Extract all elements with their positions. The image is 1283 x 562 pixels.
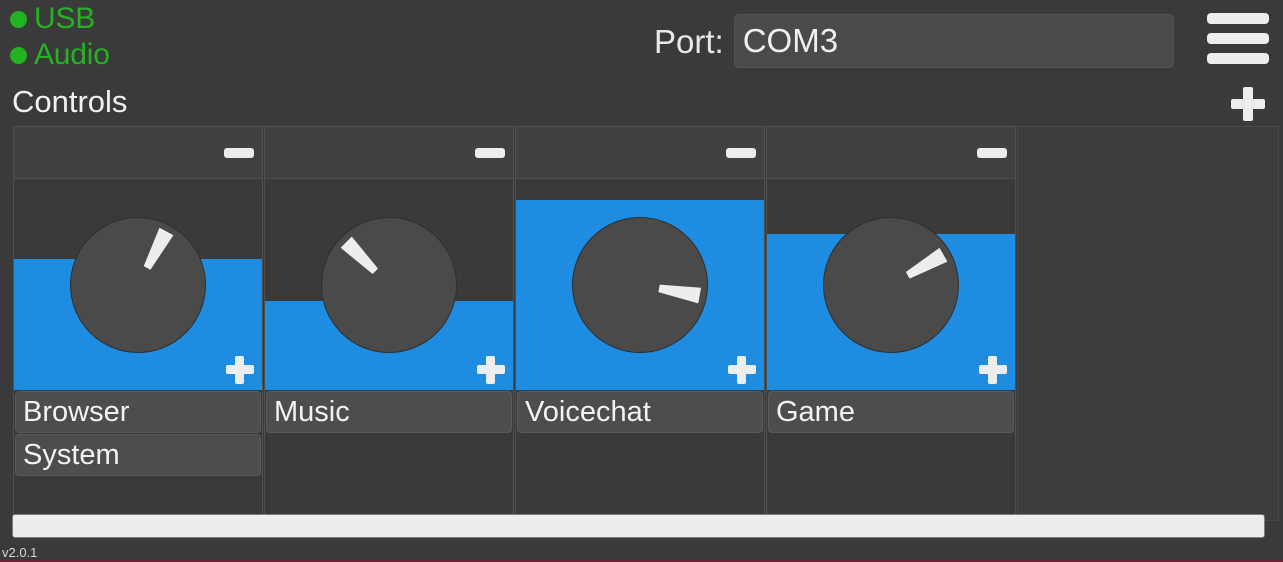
controls-section-title: Controls bbox=[12, 84, 128, 119]
control-column-header bbox=[767, 127, 1015, 179]
port-input[interactable] bbox=[733, 14, 1174, 68]
control-column: Game bbox=[766, 126, 1016, 521]
add-app-button[interactable] bbox=[226, 356, 254, 384]
app-tag-list: Voicechat bbox=[516, 390, 764, 520]
status-label-audio: Audio bbox=[34, 38, 110, 71]
control-column-header bbox=[14, 127, 262, 179]
horizontal-scrollbar[interactable] bbox=[12, 514, 1265, 538]
volume-knob[interactable] bbox=[572, 216, 708, 353]
volume-slider[interactable] bbox=[516, 179, 764, 390]
status-dot-icon bbox=[10, 10, 27, 28]
app-tag[interactable]: Voicechat bbox=[517, 391, 763, 433]
hamburger-bar bbox=[1207, 32, 1269, 44]
remove-control-button[interactable] bbox=[977, 147, 1007, 158]
connection-status-group: USB Audio bbox=[10, 2, 110, 72]
plus-icon bbox=[1243, 87, 1253, 121]
volume-knob[interactable] bbox=[70, 216, 206, 353]
status-label-usb: USB bbox=[34, 2, 96, 35]
port-group: Port: bbox=[654, 14, 1174, 68]
volume-knob[interactable] bbox=[321, 216, 457, 353]
remove-control-button[interactable] bbox=[224, 147, 254, 158]
volume-knob[interactable] bbox=[823, 216, 959, 353]
app-tag[interactable]: System bbox=[15, 434, 261, 476]
controls-strip: Browser System Music Voicechat Game bbox=[0, 126, 1283, 562]
app-tag-list: Game bbox=[767, 390, 1015, 520]
control-column: Music bbox=[264, 126, 514, 521]
plus-icon bbox=[737, 356, 746, 384]
add-app-button[interactable] bbox=[979, 356, 1007, 384]
control-column: Voicechat bbox=[515, 126, 765, 521]
controls-header: Controls bbox=[0, 82, 1283, 126]
control-column-header bbox=[265, 127, 513, 179]
app-tag-list: Music bbox=[265, 390, 513, 520]
plus-icon bbox=[486, 356, 495, 384]
hamburger-bar bbox=[1207, 12, 1269, 24]
status-dot-icon bbox=[10, 46, 27, 64]
control-column: Browser System bbox=[13, 126, 263, 521]
remove-control-button[interactable] bbox=[726, 147, 756, 158]
version-label: v2.0.1 bbox=[2, 545, 38, 560]
empty-control-slot bbox=[1017, 126, 1279, 521]
status-item-audio: Audio bbox=[10, 38, 110, 72]
app-window: USB Audio Port: Controls bbox=[0, 0, 1283, 562]
add-control-button[interactable] bbox=[1231, 87, 1265, 121]
app-tag[interactable]: Game bbox=[768, 391, 1014, 433]
plus-icon bbox=[235, 356, 244, 384]
app-tag[interactable]: Browser bbox=[15, 391, 261, 433]
add-app-button[interactable] bbox=[477, 356, 505, 384]
top-bar: USB Audio Port: bbox=[0, 0, 1283, 82]
plus-icon bbox=[988, 356, 997, 384]
status-item-usb: USB bbox=[10, 2, 110, 36]
add-app-button[interactable] bbox=[728, 356, 756, 384]
hamburger-bar bbox=[1207, 52, 1269, 64]
volume-slider[interactable] bbox=[767, 179, 1015, 390]
volume-slider[interactable] bbox=[14, 179, 262, 390]
volume-slider[interactable] bbox=[265, 179, 513, 390]
app-tag[interactable]: Music bbox=[266, 391, 512, 433]
port-label: Port: bbox=[654, 22, 724, 60]
hamburger-menu-icon[interactable] bbox=[1207, 8, 1269, 68]
remove-control-button[interactable] bbox=[475, 147, 505, 158]
control-column-header bbox=[516, 127, 764, 179]
app-tag-list: Browser System bbox=[14, 390, 262, 520]
